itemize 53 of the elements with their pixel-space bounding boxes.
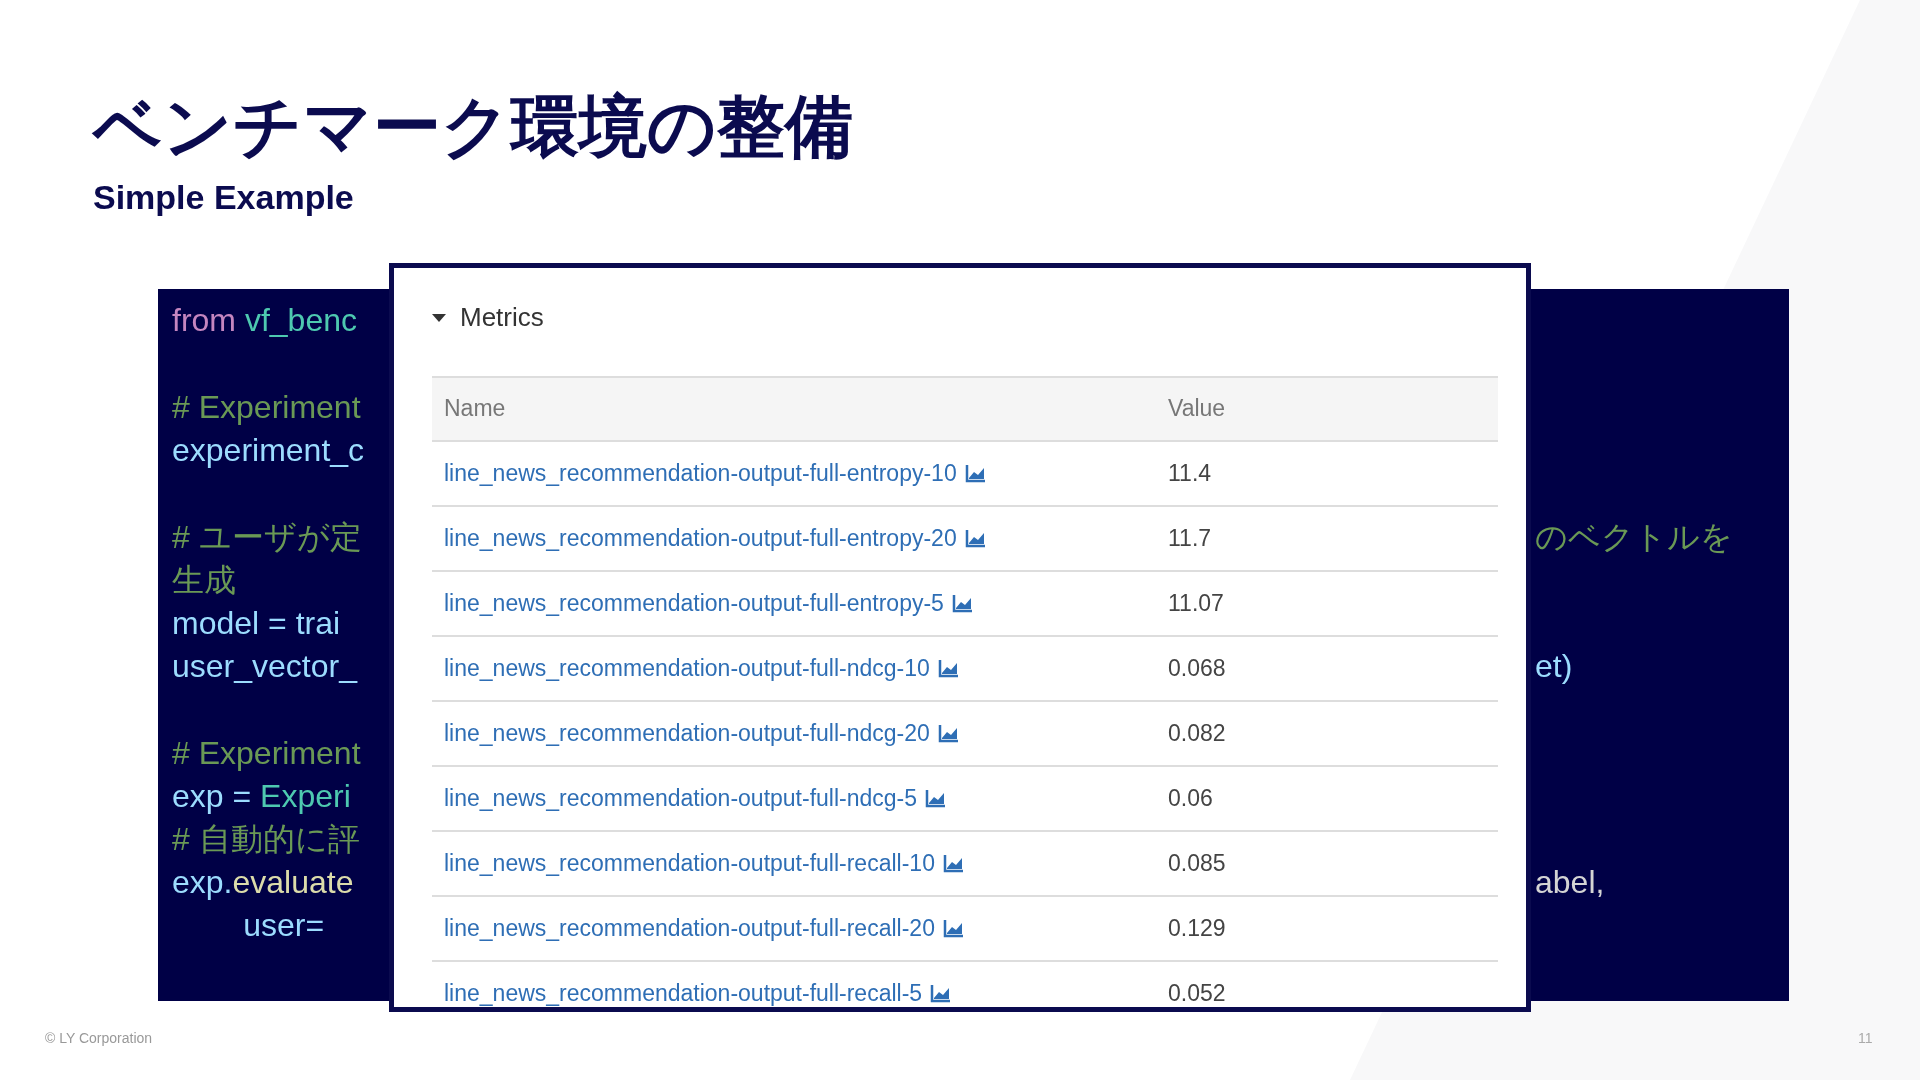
code-text: exp. (172, 862, 233, 902)
code-text: Experi (260, 776, 351, 816)
page-number: 11 (1858, 1030, 1873, 1046)
line-chart-icon[interactable] (937, 723, 960, 744)
code-text: evaluate (232, 862, 354, 902)
code-text: # 自動的に評 (172, 819, 360, 859)
line-chart-icon[interactable] (942, 918, 965, 939)
code-text: # Experiment (172, 733, 361, 773)
code-text: vf_benc (243, 300, 357, 340)
metric-value: 0.129 (1156, 895, 1498, 961)
metric-value: 0.068 (1156, 635, 1498, 701)
code-text: exp = (172, 776, 253, 816)
metric-value: 11.07 (1156, 570, 1498, 636)
metric-value: 0.082 (1156, 700, 1498, 766)
code-text: 生成 (172, 560, 236, 600)
metric-link[interactable]: line_news_recommendation-output-full-recall-5 (444, 979, 923, 1007)
code-text: abel, (1535, 863, 1605, 900)
line-chart-icon[interactable] (964, 528, 987, 549)
code-text: et) (1535, 647, 1573, 684)
code-text: # Experiment (172, 387, 361, 427)
metric-link[interactable]: line_news_recommendation-output-full-ndcg-5 (444, 784, 918, 812)
metric-link[interactable]: line_news_recommendation-output-full-ndcg-20 (444, 719, 930, 747)
metric-link[interactable]: line_news_recommendation-output-full-ndcg-10 (444, 654, 930, 682)
slide-subtitle: Simple Example (93, 177, 355, 217)
code-text: user_vector_ (172, 646, 357, 686)
metric-value: 0.06 (1156, 765, 1498, 831)
section-title: Metrics (460, 302, 544, 334)
metric-value: 0.052 (1156, 960, 1498, 1007)
line-chart-icon[interactable] (964, 463, 987, 484)
line-chart-icon[interactable] (930, 983, 953, 1004)
slide-title: ベンチマーク環境の整備 (93, 86, 854, 168)
code-text: from (172, 300, 236, 340)
metric-link[interactable]: line_news_recommendation-output-full-recall-10 (444, 849, 935, 877)
metric-link[interactable]: line_news_recommendation-output-full-entropy-5 (444, 589, 944, 617)
line-chart-icon[interactable] (951, 593, 974, 614)
code-text: # ユーザが定 (172, 517, 362, 557)
metric-value: 11.7 (1156, 505, 1498, 571)
line-chart-icon[interactable] (942, 853, 965, 874)
metric-value: 11.4 (1156, 440, 1498, 506)
metric-value: 0.085 (1156, 830, 1498, 896)
code-text: model = trai (172, 603, 341, 643)
caret-down-icon[interactable] (432, 312, 446, 323)
column-header: Name (432, 376, 1156, 441)
metric-link[interactable]: line_news_recommendation-output-full-entropy-20 (444, 524, 957, 552)
code-text: のベクトルを (1535, 518, 1733, 555)
copyright-text: © LY Corporation (45, 1030, 153, 1046)
line-chart-icon[interactable] (937, 658, 960, 679)
code-text: user= (242, 905, 325, 945)
column-header: Value (1156, 376, 1498, 441)
code-text: experiment_c (172, 430, 365, 470)
metric-link[interactable]: line_news_recommendation-output-full-entropy-10 (444, 459, 957, 487)
metric-link[interactable]: line_news_recommendation-output-full-recall-20 (444, 914, 935, 942)
line-chart-icon[interactable] (925, 788, 948, 809)
